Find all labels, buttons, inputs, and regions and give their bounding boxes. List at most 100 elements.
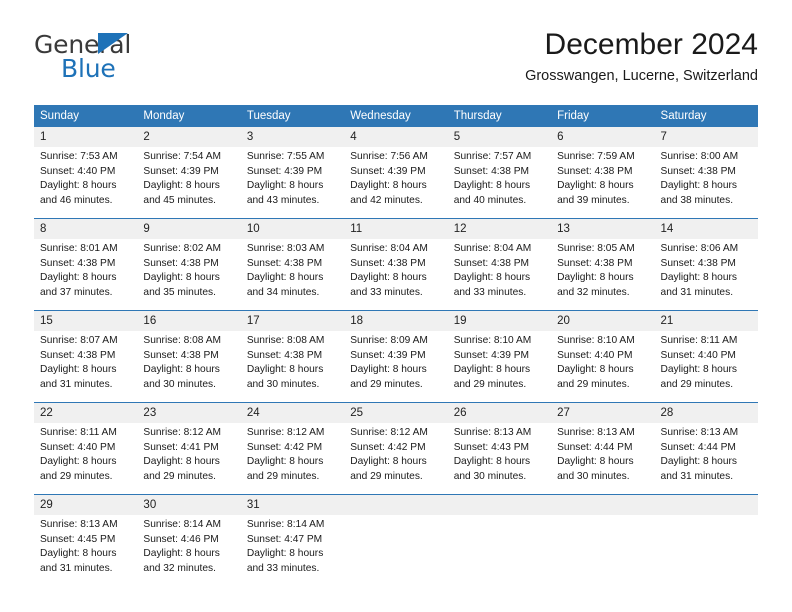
daylight-text-cont: and 39 minutes. bbox=[557, 194, 630, 206]
weekday-header-wednesday: Wednesday bbox=[344, 105, 448, 127]
sunset-text: Sunset: 4:38 PM bbox=[40, 257, 116, 269]
sunrise-text: Sunrise: 8:04 AM bbox=[453, 243, 532, 255]
day-cell[interactable]: Sunrise: 8:12 AM Sunset: 4:42 PM Dayligh… bbox=[240, 423, 345, 495]
sunset-text: Sunset: 4:38 PM bbox=[453, 165, 530, 177]
day-cell[interactable]: Sunrise: 8:05 AM Sunset: 4:38 PM Dayligh… bbox=[551, 239, 655, 311]
daylight-text: Daylight: 8 hours bbox=[557, 272, 634, 284]
day-cell[interactable]: Sunrise: 8:10 AM Sunset: 4:40 PM Dayligh… bbox=[551, 331, 655, 403]
day-number[interactable]: 29 bbox=[34, 494, 138, 516]
day-number[interactable]: 3 bbox=[240, 127, 345, 148]
day-cell[interactable]: Sunrise: 8:14 AM Sunset: 4:46 PM Dayligh… bbox=[137, 515, 241, 587]
day-cell[interactable]: Sunrise: 8:13 AM Sunset: 4:43 PM Dayligh… bbox=[447, 423, 552, 495]
day-cell[interactable]: Sunrise: 7:56 AM Sunset: 4:39 PM Dayligh… bbox=[344, 147, 448, 219]
day-cell[interactable]: Sunrise: 8:01 AM Sunset: 4:38 PM Dayligh… bbox=[34, 239, 138, 311]
day-detail-row: Sunrise: 8:11 AM Sunset: 4:40 PM Dayligh… bbox=[34, 423, 758, 495]
day-number[interactable]: 19 bbox=[447, 310, 552, 332]
day-number[interactable]: 10 bbox=[240, 218, 345, 240]
day-number[interactable]: 20 bbox=[551, 310, 655, 332]
day-number[interactable]: 1 bbox=[34, 127, 138, 148]
daylight-text-cont: and 42 minutes. bbox=[350, 194, 423, 206]
day-number[interactable]: 7 bbox=[654, 127, 758, 148]
day-cell[interactable]: Sunrise: 8:11 AM Sunset: 4:40 PM Dayligh… bbox=[654, 331, 758, 403]
day-number[interactable]: 31 bbox=[240, 494, 345, 516]
day-number[interactable]: 28 bbox=[654, 402, 758, 424]
sunrise-text: Sunrise: 7:55 AM bbox=[246, 151, 325, 163]
day-number[interactable]: 2 bbox=[137, 127, 241, 148]
day-cell[interactable]: Sunrise: 8:08 AM Sunset: 4:38 PM Dayligh… bbox=[240, 331, 345, 403]
daylight-text: Daylight: 8 hours bbox=[246, 456, 324, 468]
sunrise-text: Sunrise: 8:09 AM bbox=[350, 335, 428, 347]
day-cell[interactable]: Sunrise: 8:04 AM Sunset: 4:38 PM Dayligh… bbox=[447, 239, 552, 311]
day-detail-row: Sunrise: 8:13 AM Sunset: 4:45 PM Dayligh… bbox=[34, 515, 758, 587]
sunset-text: Sunset: 4:38 PM bbox=[246, 349, 323, 361]
day-number[interactable]: 25 bbox=[344, 402, 448, 424]
day-cell[interactable]: Sunrise: 8:04 AM Sunset: 4:38 PM Dayligh… bbox=[344, 239, 448, 311]
day-cell-empty bbox=[447, 515, 552, 587]
day-number[interactable]: 8 bbox=[34, 218, 138, 240]
daylight-text: Daylight: 8 hours bbox=[557, 456, 634, 468]
sunset-text: Sunset: 4:38 PM bbox=[557, 257, 633, 269]
day-cell[interactable]: Sunrise: 8:03 AM Sunset: 4:38 PM Dayligh… bbox=[240, 239, 345, 311]
day-number[interactable]: 14 bbox=[654, 218, 758, 240]
day-cell[interactable]: Sunrise: 8:11 AM Sunset: 4:40 PM Dayligh… bbox=[34, 423, 138, 495]
daylight-text-cont: and 30 minutes. bbox=[557, 470, 630, 482]
sunset-text: Sunset: 4:38 PM bbox=[453, 257, 530, 269]
daylight-text: Daylight: 8 hours bbox=[660, 456, 737, 468]
day-cell[interactable]: Sunrise: 8:12 AM Sunset: 4:42 PM Dayligh… bbox=[344, 423, 448, 495]
day-cell[interactable]: Sunrise: 7:53 AM Sunset: 4:40 PM Dayligh… bbox=[34, 147, 138, 219]
sunrise-text: Sunrise: 8:13 AM bbox=[557, 427, 635, 439]
daylight-text: Daylight: 8 hours bbox=[660, 272, 737, 284]
day-number[interactable]: 26 bbox=[447, 402, 552, 424]
sunrise-text: Sunrise: 7:59 AM bbox=[557, 151, 635, 163]
day-cell[interactable]: Sunrise: 8:14 AM Sunset: 4:47 PM Dayligh… bbox=[240, 515, 345, 587]
day-number[interactable]: 9 bbox=[137, 218, 241, 240]
day-number[interactable]: 27 bbox=[551, 402, 655, 424]
day-number[interactable]: 24 bbox=[240, 402, 345, 424]
daylight-text: Daylight: 8 hours bbox=[350, 456, 427, 468]
sunset-text: Sunset: 4:38 PM bbox=[350, 257, 426, 269]
day-number[interactable]: 30 bbox=[137, 494, 241, 516]
day-cell[interactable]: Sunrise: 8:10 AM Sunset: 4:39 PM Dayligh… bbox=[447, 331, 552, 403]
weekday-header-row: Sunday Monday Tuesday Wednesday Thursday… bbox=[34, 105, 758, 127]
day-cell[interactable]: Sunrise: 8:07 AM Sunset: 4:38 PM Dayligh… bbox=[34, 331, 138, 403]
daylight-text: Daylight: 8 hours bbox=[40, 364, 117, 376]
weekday-header-saturday: Saturday bbox=[654, 105, 758, 127]
day-cell[interactable]: Sunrise: 8:08 AM Sunset: 4:38 PM Dayligh… bbox=[137, 331, 241, 403]
day-cell[interactable]: Sunrise: 8:13 AM Sunset: 4:44 PM Dayligh… bbox=[654, 423, 758, 495]
day-number[interactable]: 17 bbox=[240, 310, 345, 332]
day-number[interactable]: 22 bbox=[34, 402, 138, 424]
day-number[interactable]: 6 bbox=[551, 127, 655, 148]
day-cell[interactable]: Sunrise: 8:13 AM Sunset: 4:45 PM Dayligh… bbox=[34, 515, 138, 587]
day-number[interactable]: 5 bbox=[447, 127, 552, 148]
sunset-text: Sunset: 4:40 PM bbox=[40, 441, 116, 453]
day-cell[interactable]: Sunrise: 8:12 AM Sunset: 4:41 PM Dayligh… bbox=[137, 423, 241, 495]
day-number[interactable]: 13 bbox=[551, 218, 655, 240]
sunrise-text: Sunrise: 8:14 AM bbox=[246, 519, 325, 531]
daylight-text: Daylight: 8 hours bbox=[40, 548, 117, 560]
day-number[interactable]: 16 bbox=[137, 310, 241, 332]
day-number[interactable]: 11 bbox=[344, 218, 448, 240]
sunrise-text: Sunrise: 8:13 AM bbox=[453, 427, 532, 439]
day-cell[interactable]: Sunrise: 7:55 AM Sunset: 4:39 PM Dayligh… bbox=[240, 147, 345, 219]
day-number[interactable]: 21 bbox=[654, 310, 758, 332]
day-number[interactable]: 15 bbox=[34, 310, 138, 332]
day-cell[interactable]: Sunrise: 8:09 AM Sunset: 4:39 PM Dayligh… bbox=[344, 331, 448, 403]
day-number[interactable]: 4 bbox=[344, 127, 448, 148]
day-number[interactable]: 12 bbox=[447, 218, 552, 240]
day-cell[interactable]: Sunrise: 7:54 AM Sunset: 4:39 PM Dayligh… bbox=[137, 147, 241, 219]
daylight-text-cont: and 40 minutes. bbox=[453, 194, 527, 206]
day-number[interactable]: 23 bbox=[137, 402, 241, 424]
daylight-text-cont: and 29 minutes. bbox=[453, 378, 527, 390]
day-cell[interactable]: Sunrise: 8:00 AM Sunset: 4:38 PM Dayligh… bbox=[654, 147, 758, 219]
sunrise-text: Sunrise: 8:11 AM bbox=[660, 335, 738, 347]
day-cell[interactable]: Sunrise: 7:59 AM Sunset: 4:38 PM Dayligh… bbox=[551, 147, 655, 219]
day-cell[interactable]: Sunrise: 7:57 AM Sunset: 4:38 PM Dayligh… bbox=[447, 147, 552, 219]
day-cell[interactable]: Sunrise: 8:13 AM Sunset: 4:44 PM Dayligh… bbox=[551, 423, 655, 495]
day-number[interactable]: 18 bbox=[344, 310, 448, 332]
sunset-text: Sunset: 4:45 PM bbox=[40, 533, 116, 545]
sunrise-text: Sunrise: 7:57 AM bbox=[453, 151, 532, 163]
daylight-text-cont: and 33 minutes. bbox=[453, 286, 527, 298]
day-cell[interactable]: Sunrise: 8:02 AM Sunset: 4:38 PM Dayligh… bbox=[137, 239, 241, 311]
day-cell[interactable]: Sunrise: 8:06 AM Sunset: 4:38 PM Dayligh… bbox=[654, 239, 758, 311]
logo-triangle-icon bbox=[98, 33, 128, 54]
